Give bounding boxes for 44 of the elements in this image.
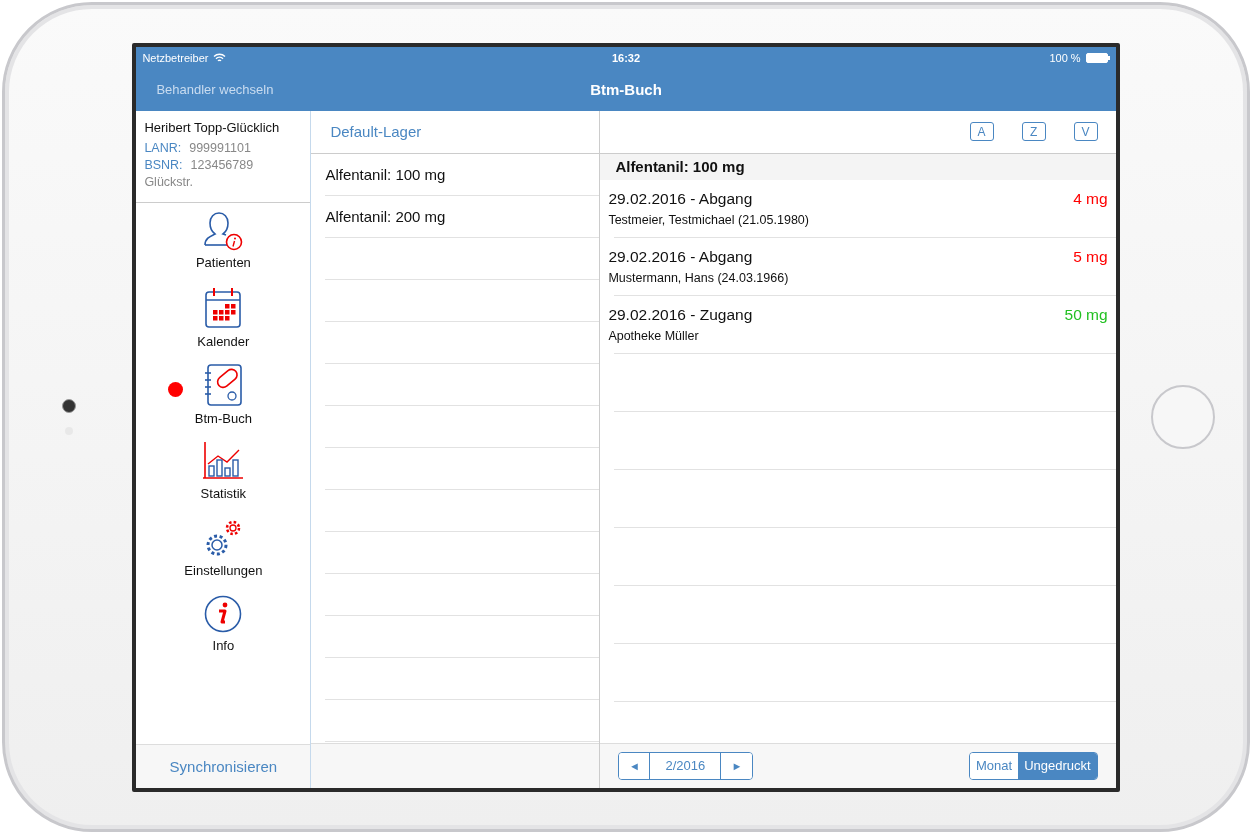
sidebar-item[interactable]: Statistik [163, 439, 284, 517]
entry-subtitle: Mustermann, Hans (24.03.1966) [608, 270, 790, 285]
next-button[interactable]: ► [721, 752, 753, 779]
time-text: 16:32 [611, 51, 641, 64]
lanr-label: LANR: [144, 139, 182, 157]
info-icon [203, 593, 244, 634]
bsnr-label: BSNR: [144, 156, 183, 174]
section-header: Alfentanil: 100 mg [600, 153, 1116, 180]
bar-chart-icon [201, 439, 246, 482]
wifi-icon [213, 52, 227, 63]
switch-practitioner-link[interactable]: Behandler wechseln [136, 82, 274, 97]
entry-amount: 5 mg [1073, 247, 1108, 266]
filter-button[interactable]: A [969, 122, 994, 141]
entry-amount: 50 mg [1064, 305, 1108, 324]
entry-title: 29.02.2016 - Abgang [608, 247, 753, 266]
camera-icon [61, 399, 76, 413]
carrier-text: Netzbetreiber [142, 51, 209, 64]
segment-button[interactable]: Ungedruckt [1018, 752, 1097, 779]
lanr-value: 999991101 [189, 139, 251, 157]
entry-title: 29.02.2016 - Abgang [608, 189, 753, 208]
screen-title: Btm-Buch [590, 81, 662, 98]
battery-icon [1085, 52, 1110, 63]
entry-subtitle: Apotheke Müller [608, 328, 700, 343]
battery-text: 100 % [1049, 51, 1081, 64]
sidebar-item[interactable]: Einstellungen [163, 516, 284, 594]
sidebar-item[interactable]: Btm-Buch [163, 362, 284, 440]
notebook-pill-icon [202, 362, 245, 407]
doctor-name: Heribert Topp-Glücklich [144, 119, 281, 135]
entry-amount: 4 mg [1073, 189, 1108, 208]
segment-button[interactable]: Monat [970, 752, 1019, 779]
previous-button[interactable]: ◄ [619, 752, 651, 779]
sync-button[interactable]: Synchronisieren [136, 743, 311, 788]
entry-subtitle: Testmeier, Testmichael (21.05.1980) [608, 212, 810, 227]
sidebar-item[interactable]: Kalender [163, 285, 284, 363]
calendar-icon [203, 285, 244, 330]
street-text: Glückstr. [144, 173, 193, 191]
sidebar-item[interactable]: Info [163, 593, 284, 671]
storage-title: Default-Lager [330, 123, 422, 140]
entry-title: 29.02.2016 - Zugang [608, 305, 753, 324]
filter-button[interactable]: Z [1021, 122, 1046, 141]
period-text: 2/2016 [650, 752, 722, 779]
sidebar-item[interactable]: Patienten [163, 208, 284, 286]
filter-button[interactable]: V [1073, 122, 1098, 141]
bsnr-value: 123456789 [190, 156, 254, 174]
